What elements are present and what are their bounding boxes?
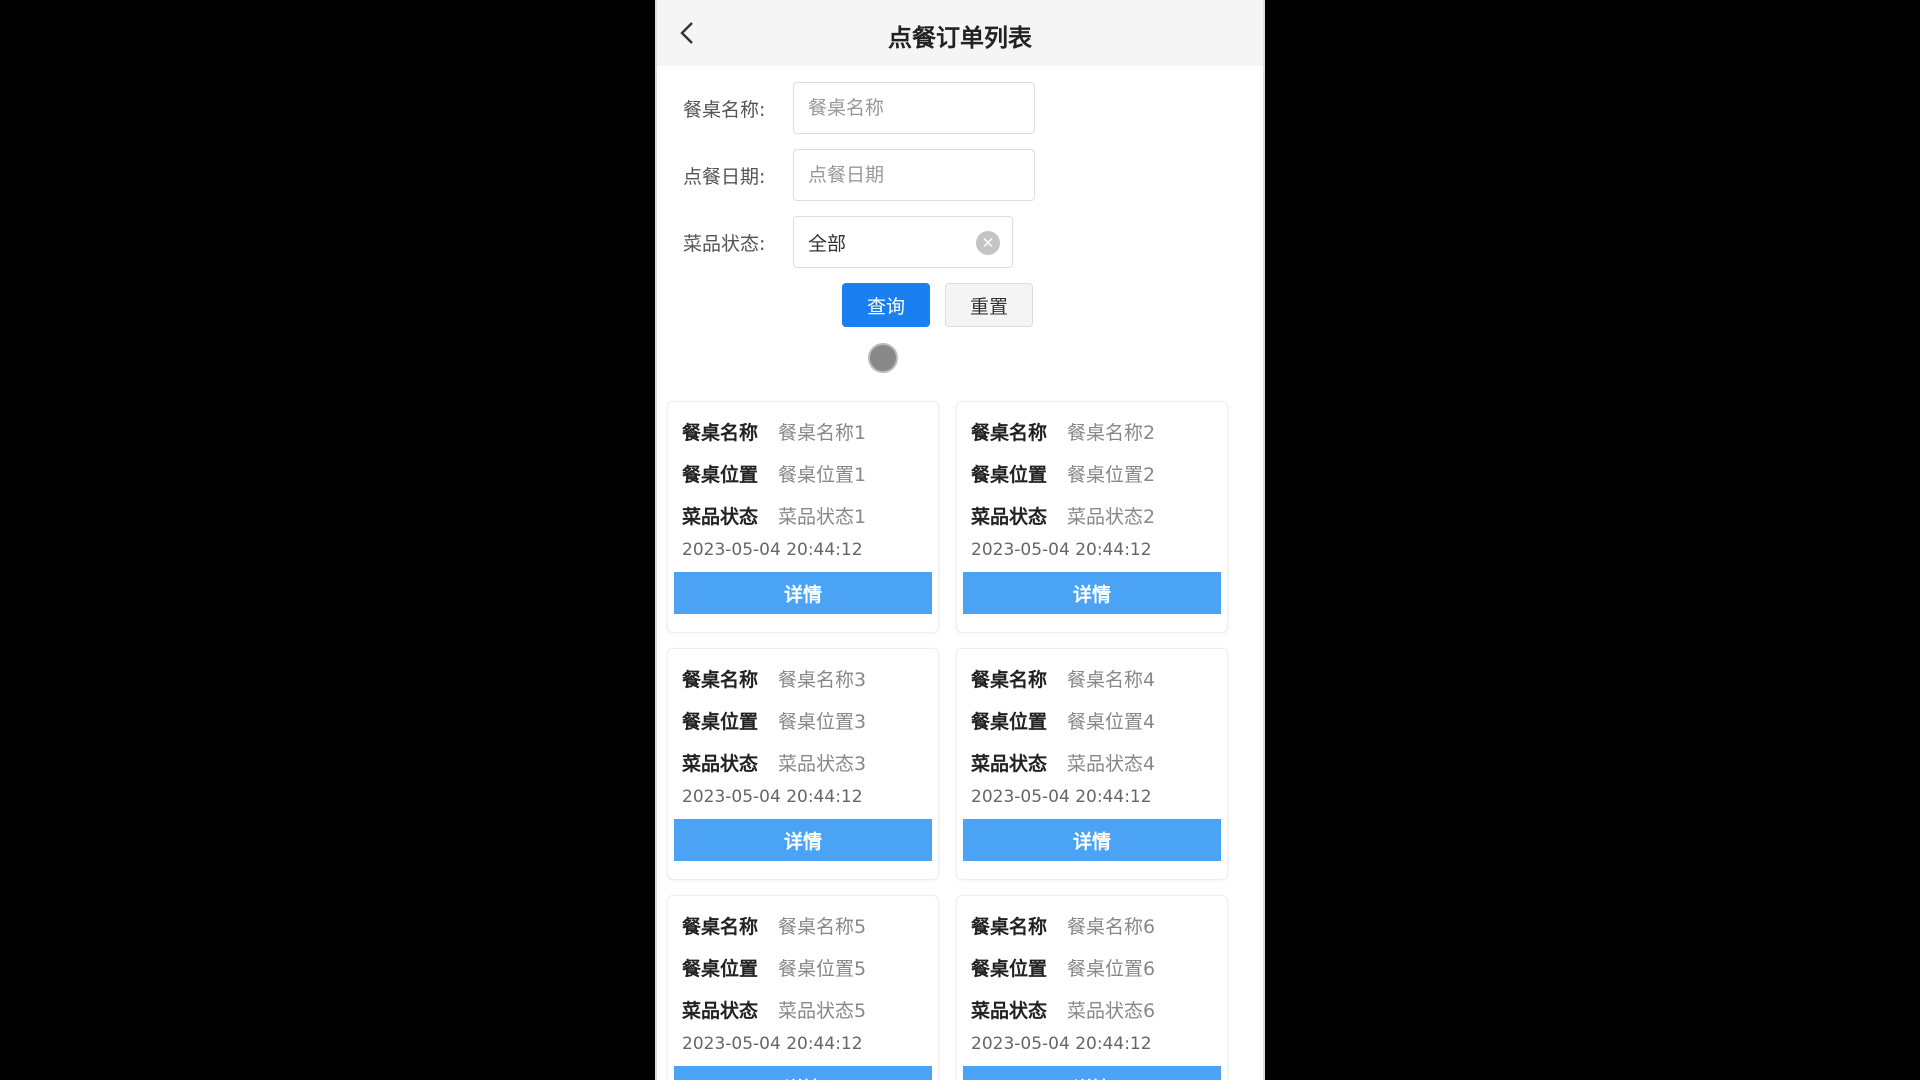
card-val-name: 餐桌名称3 [778, 668, 867, 691]
card-key-name: 餐桌名称 [971, 668, 1048, 691]
card-key-status: 菜品状态 [971, 999, 1048, 1022]
card-val-position: 餐桌位置1 [778, 463, 867, 486]
phone-frame: 点餐订单列表 餐桌名称: 点餐日期: 菜品状态: 全部 ✕ 查询 重置 餐桌名称… [655, 0, 1265, 1080]
table-name-input[interactable] [793, 82, 1035, 134]
order-card: 餐桌名称 餐桌名称1 餐桌位置 餐桌位置1 菜品状态 菜品状态1 2023-05-04… [667, 401, 939, 633]
loading-indicator [868, 343, 898, 373]
order-card: 餐桌名称 餐桌名称3 餐桌位置 餐桌位置3 菜品状态 菜品状态3 2023-05-04… [667, 648, 939, 880]
clear-icon[interactable]: ✕ [976, 231, 1000, 255]
detail-button[interactable]: 详情 [963, 819, 1221, 861]
card-val-status: 菜品状态5 [778, 999, 867, 1022]
card-time: 2023-05-04 20:44:12 [682, 540, 863, 560]
card-key-position: 餐桌位置 [682, 463, 759, 486]
card-val-position: 餐桌位置3 [778, 710, 867, 733]
card-val-name: 餐桌名称6 [1067, 915, 1156, 938]
card-time: 2023-05-04 20:44:12 [682, 787, 863, 807]
form-row-table-name: 餐桌名称: [683, 82, 1035, 134]
card-key-name: 餐桌名称 [971, 421, 1048, 444]
card-val-status: 菜品状态1 [778, 505, 867, 528]
card-key-name: 餐桌名称 [971, 915, 1048, 938]
order-card: 餐桌名称 餐桌名称5 餐桌位置 餐桌位置5 菜品状态 菜品状态5 2023-05-04… [667, 895, 939, 1080]
card-key-position: 餐桌位置 [682, 957, 759, 980]
query-button[interactable]: 查询 [842, 283, 930, 327]
form-row-status: 菜品状态: 全部 ✕ [683, 216, 1013, 268]
status-select-value: 全部 [808, 232, 847, 255]
search-form: 餐桌名称: 点餐日期: 菜品状态: 全部 ✕ 查询 重置 [657, 66, 1263, 386]
card-val-status: 菜品状态3 [778, 752, 867, 775]
detail-button[interactable]: 详情 [674, 1066, 932, 1080]
card-val-status: 菜品状态2 [1067, 505, 1156, 528]
order-card: 餐桌名称 餐桌名称6 餐桌位置 餐桌位置6 菜品状态 菜品状态6 2023-05-04… [956, 895, 1228, 1080]
form-row-date: 点餐日期: [683, 149, 1035, 201]
card-val-position: 餐桌位置6 [1067, 957, 1156, 980]
card-time: 2023-05-04 20:44:12 [682, 1034, 863, 1054]
card-val-name: 餐桌名称1 [778, 421, 867, 444]
card-key-status: 菜品状态 [682, 505, 759, 528]
card-key-position: 餐桌位置 [971, 710, 1048, 733]
card-key-status: 菜品状态 [682, 752, 759, 775]
detail-button[interactable]: 详情 [674, 819, 932, 861]
card-time: 2023-05-04 20:44:12 [971, 1034, 1152, 1054]
date-input[interactable] [793, 149, 1035, 201]
date-label: 点餐日期: [683, 165, 766, 188]
order-card: 餐桌名称 餐桌名称2 餐桌位置 餐桌位置2 菜品状态 菜品状态2 2023-05-04… [956, 401, 1228, 633]
card-key-position: 餐桌位置 [971, 463, 1048, 486]
detail-button[interactable]: 详情 [963, 1066, 1221, 1080]
card-key-status: 菜品状态 [971, 505, 1048, 528]
card-val-name: 餐桌名称5 [778, 915, 867, 938]
order-card: 餐桌名称 餐桌名称4 餐桌位置 餐桌位置4 菜品状态 菜品状态4 2023-05-04… [956, 648, 1228, 880]
status-select[interactable]: 全部 ✕ [793, 216, 1013, 268]
card-key-position: 餐桌位置 [682, 710, 759, 733]
card-val-status: 菜品状态4 [1067, 752, 1156, 775]
status-label: 菜品状态: [683, 232, 766, 255]
card-key-status: 菜品状态 [682, 999, 759, 1022]
card-key-position: 餐桌位置 [971, 957, 1048, 980]
card-key-status: 菜品状态 [971, 752, 1048, 775]
card-key-name: 餐桌名称 [682, 668, 759, 691]
card-key-name: 餐桌名称 [682, 421, 759, 444]
card-val-position: 餐桌位置5 [778, 957, 867, 980]
card-val-name: 餐桌名称2 [1067, 421, 1156, 444]
header: 点餐订单列表 [657, 0, 1263, 66]
card-time: 2023-05-04 20:44:12 [971, 540, 1152, 560]
card-key-name: 餐桌名称 [682, 915, 759, 938]
page-title: 点餐订单列表 [888, 24, 1032, 52]
card-val-position: 餐桌位置4 [1067, 710, 1156, 733]
detail-button[interactable]: 详情 [674, 572, 932, 614]
reset-button[interactable]: 重置 [945, 283, 1033, 327]
detail-button[interactable]: 详情 [963, 572, 1221, 614]
card-val-status: 菜品状态6 [1067, 999, 1156, 1022]
table-name-label: 餐桌名称: [683, 98, 766, 121]
card-time: 2023-05-04 20:44:12 [971, 787, 1152, 807]
card-val-name: 餐桌名称4 [1067, 668, 1156, 691]
card-val-position: 餐桌位置2 [1067, 463, 1156, 486]
